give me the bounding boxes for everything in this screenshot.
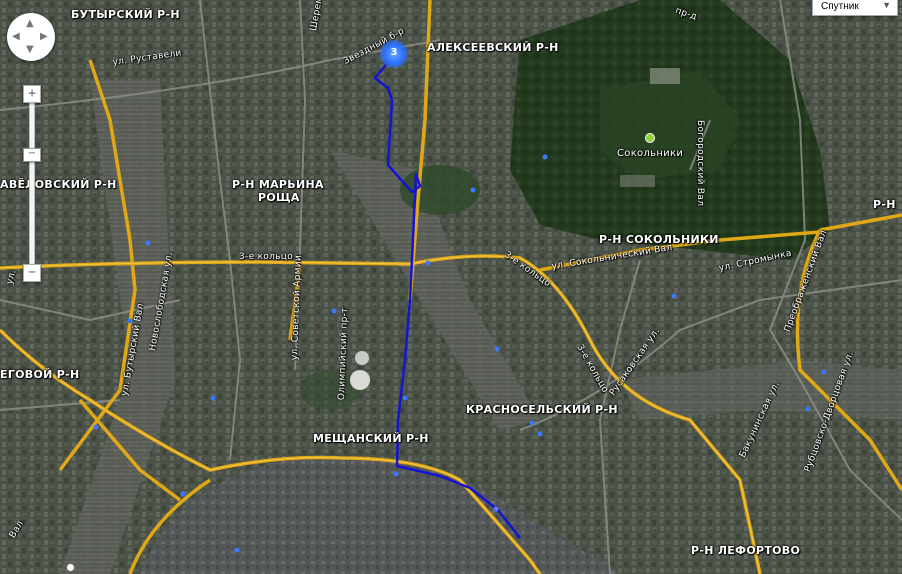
scale-marker — [66, 563, 75, 572]
street-label-bogorodsky-val: Богородский Вал — [695, 120, 705, 207]
map-type-select[interactable]: Спутник ▼ — [812, 0, 898, 16]
district-label-savelovsky: АВЁЛОВСКИЙ Р-Н — [0, 178, 117, 191]
map-type-value: Спутник — [821, 1, 859, 12]
pan-right-icon[interactable]: ▶ — [40, 32, 48, 42]
map-imagery — [0, 0, 902, 574]
district-label-butyrsky: БУТЫРСКИЙ Р-Н — [71, 8, 180, 21]
poi-marker-sokolniki[interactable] — [645, 133, 655, 143]
zoom-slider-track[interactable] — [29, 101, 35, 265]
pan-up-icon[interactable]: ▲ — [26, 19, 34, 29]
street-label-ring-west: 3-е кольцо — [239, 252, 294, 262]
pan-control[interactable]: ▲ ▼ ◀ ▶ — [7, 13, 55, 61]
district-label-alekseevsky: АЛЕКСЕЕВСКИЙ Р-Н — [427, 41, 559, 54]
pan-left-icon[interactable]: ◀ — [12, 32, 20, 42]
district-label-meshchansky: МЕЩАНСКИЙ Р-Н — [313, 432, 429, 445]
district-label-begovoy: ЕГОВОЙ Р-Н — [0, 368, 80, 381]
chevron-down-icon: ▼ — [882, 0, 891, 10]
district-label-right-edge: Р-Н — [873, 198, 896, 211]
zoom-out-button[interactable]: − — [23, 264, 41, 282]
poi-label-sokolniki: Сокольники — [617, 148, 684, 159]
satellite-map[interactable]: БУТЫРСКИЙ Р-Н АЛЕКСЕЕВСКИЙ Р-Н АВЁЛОВСКИ… — [0, 0, 902, 574]
district-label-maryina-line1: Р-Н МАРЬИНА — [232, 178, 324, 191]
cluster-marker[interactable]: 3 — [380, 40, 408, 68]
district-label-krasnoselsky: КРАСНОСЕЛЬСКИЙ Р-Н — [466, 403, 618, 416]
cluster-count: 3 — [390, 47, 398, 58]
zoom-slider-handle[interactable]: − — [23, 148, 41, 162]
district-label-lefortovo: Р-Н ЛЕФОРТОВО — [691, 544, 801, 557]
district-label-maryina-line2: РОЩА — [258, 191, 300, 204]
zoom-in-button[interactable]: + — [23, 85, 41, 103]
pan-down-icon[interactable]: ▼ — [26, 45, 34, 55]
